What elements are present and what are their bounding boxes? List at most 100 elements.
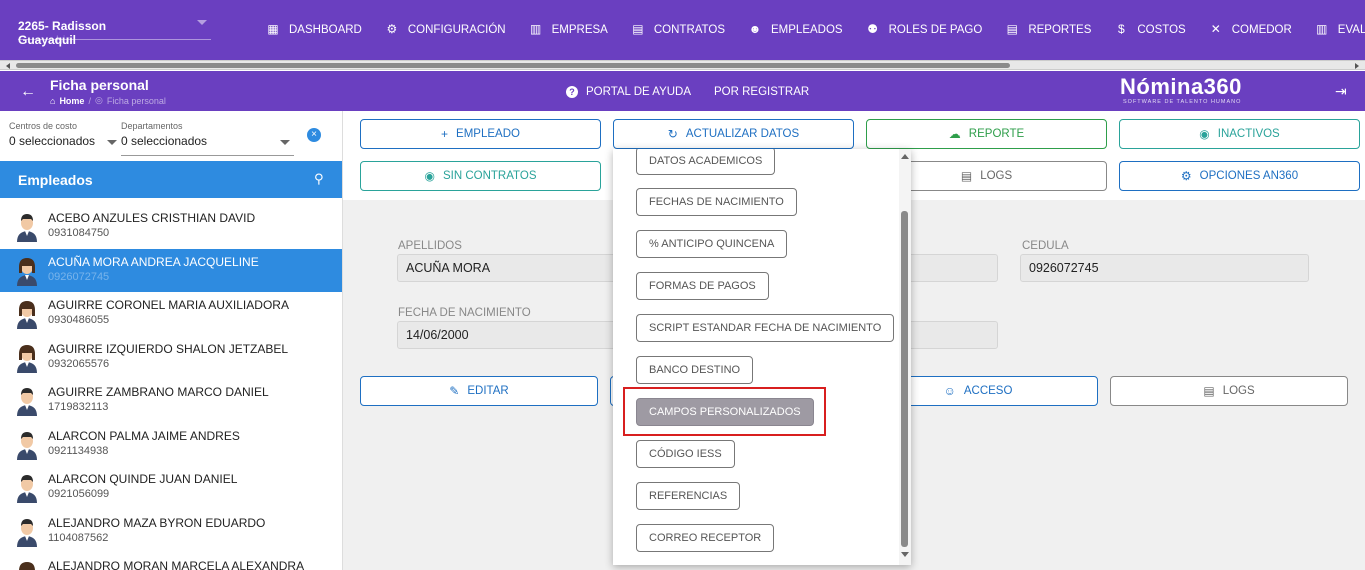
report-icon: ▤: [1006, 22, 1018, 36]
nav-comedor[interactable]: ✕ COMEDOR: [1209, 23, 1292, 36]
employee-row[interactable]: ALARCON QUINDE JUAN DANIEL 0921056099: [0, 466, 342, 510]
employee-row[interactable]: AGUIRRE ZAMBRANO MARCO DANIEL 1719832113: [0, 379, 342, 423]
nav-configuracion[interactable]: ⚙ CONFIGURACIÓN: [385, 22, 505, 36]
breadcrumb-home[interactable]: Home: [59, 96, 84, 106]
nav-contratos[interactable]: ▤ CONTRATOS: [631, 23, 725, 36]
avatar: [16, 212, 38, 242]
nav-dashboard[interactable]: ▦ DASHBOARD: [266, 23, 362, 36]
employee-name: ALARCON QUINDE JUAN DANIEL: [48, 472, 238, 486]
employee-id: 1104087562: [48, 531, 109, 544]
scroll-left-icon[interactable]: [6, 63, 10, 69]
menu-item-anticipo-quincena[interactable]: % ANTICIPO QUINCENA: [636, 230, 788, 258]
employee-row[interactable]: ACEBO ANZULES CRISTHIAN DAVID 0931084750: [0, 205, 342, 249]
employee-row[interactable]: ALEJANDRO MAZA BYRON EDUARDO 1104087562: [0, 510, 342, 554]
filter-underline: [121, 155, 294, 156]
scroll-down-icon[interactable]: [901, 552, 909, 557]
refresh-icon: ↻: [667, 127, 678, 141]
contract-icon: ▤: [632, 22, 644, 36]
breadcrumb-current: Ficha personal: [106, 95, 166, 106]
menu-item-datos-academicos[interactable]: DATOS ACADEMICOS: [636, 149, 776, 175]
surnames-field[interactable]: ACUÑA MORA: [397, 254, 627, 282]
group-icon: ⚉: [867, 22, 878, 36]
dropdown-scrollbar[interactable]: [899, 149, 911, 565]
utensils-icon: ✕: [1210, 22, 1221, 36]
menu-item-script-fecha-nacimiento[interactable]: SCRIPT ESTANDAR FECHA DE NACIMIENTO: [636, 314, 895, 342]
birthdate-label: FECHA DE NACIMIENTO: [398, 307, 531, 319]
help-portal-link[interactable]: ? PORTAL DE AYUDA: [566, 86, 691, 98]
update-data-dropdown: DATOS ACADEMICOS FECHAS DE NACIMIENTO % …: [613, 149, 911, 565]
menu-item-fechas-nacimiento[interactable]: FECHAS DE NACIMIENTO: [636, 188, 797, 216]
employee-name: ALEJANDRO MAZA BYRON EDUARDO: [48, 515, 266, 530]
nav-empleados[interactable]: ☻ EMPLEADOS: [748, 23, 843, 36]
id-label: CEDULA: [1022, 240, 1069, 252]
employee-row[interactable]: ACUÑA MORA ANDREA JACQUELINE 0926072745: [0, 248, 342, 292]
dropdown-scrollbar-thumb[interactable]: [901, 211, 908, 547]
menu-item-banco-destino[interactable]: BANCO DESTINO: [636, 356, 754, 384]
list-icon: ▤: [960, 169, 973, 183]
pending-registration-link[interactable]: POR REGISTRAR: [714, 86, 809, 98]
employee-name: ACUÑA MORA ANDREA JACQUELINE: [48, 254, 259, 269]
extra-field[interactable]: [900, 321, 998, 349]
nav-roles-de-pago[interactable]: ⚉ ROLES DE PAGO: [866, 22, 982, 36]
form-logs-button[interactable]: ▤ LOGS: [1110, 376, 1348, 406]
employee-name: ACEBO ANZULES CRISTHIAN DAVID: [48, 211, 256, 225]
edit-button[interactable]: ✎ EDITAR: [360, 376, 598, 406]
avatar: [16, 386, 38, 416]
names-field[interactable]: [900, 254, 998, 282]
employee-name: AGUIRRE CORONEL MARIA AUXILIADORA: [48, 298, 289, 312]
brand-logo: Nómina360: [1120, 74, 1242, 99]
menu-item-correo-receptor[interactable]: CORREO RECEPTOR: [636, 524, 775, 552]
chevron-down-icon[interactable]: [280, 140, 290, 145]
chevron-down-icon: [197, 20, 207, 25]
back-arrow-icon[interactable]: ←: [20, 83, 36, 101]
company-name: 2265- Radisson Guayaquilhin: [18, 19, 107, 47]
company-selector[interactable]: 2265- Radisson Guayaquilhin: [18, 10, 211, 47]
employee-name: AGUIRRE IZQUIERDO SHALON JETZABEL: [48, 341, 289, 356]
employee-row[interactable]: ALARCON PALMA JAIME ANDRES 0921134938: [0, 423, 342, 467]
surnames-label: APELLIDOS: [398, 240, 462, 252]
gear-icon: ⚙: [386, 22, 398, 36]
face-icon: ☻: [748, 22, 762, 36]
employees-header: Empleados ⚲: [0, 161, 342, 198]
birthdate-field[interactable]: 14/06/2000: [397, 321, 627, 349]
id-field[interactable]: 0926072745: [1020, 254, 1309, 282]
no-contracts-button[interactable]: ◉ SIN CONTRATOS: [360, 161, 601, 191]
add-employee-button[interactable]: + EMPLEADO: [360, 119, 601, 149]
eye-icon: ◉: [424, 169, 435, 183]
report-button[interactable]: ☁ REPORTE: [866, 119, 1107, 149]
scroll-right-icon[interactable]: [1355, 63, 1359, 69]
department-filter[interactable]: Departamentos 0 seleccionados: [121, 121, 207, 148]
nav-reportes[interactable]: ▤ REPORTES: [1005, 22, 1092, 36]
cost-center-filter[interactable]: Centros de costo 0 seleccionados: [9, 121, 95, 148]
scroll-up-icon[interactable]: [901, 154, 909, 159]
horizontal-scrollbar[interactable]: [0, 60, 1365, 70]
nav-costos[interactable]: $ COSTOS: [1114, 23, 1186, 36]
nav-empresa[interactable]: ▥ EMPRESA: [529, 23, 608, 36]
globe-icon: ◎: [94, 95, 103, 105]
update-data-button[interactable]: ↻ ACTUALIZAR DATOS: [613, 119, 854, 149]
gear-icon: ⚙: [1180, 169, 1192, 183]
breadcrumb: ⌂ Home / ◎ Ficha personal: [50, 95, 166, 106]
search-icon[interactable]: ⚲: [314, 171, 324, 187]
highlight-box: [623, 387, 826, 436]
employee-row[interactable]: AGUIRRE IZQUIERDO SHALON JETZABEL 0932065…: [0, 336, 342, 380]
help-icon: ?: [566, 86, 578, 98]
menu-item-codigo-iess[interactable]: CÓDIGO IESS: [636, 440, 735, 468]
menu-item-referencias[interactable]: REFERENCIAS: [636, 482, 741, 510]
employee-id: 0932065576: [48, 357, 110, 370]
logout-icon[interactable]: ⇥: [1335, 83, 1347, 100]
list-icon: ▤: [1203, 384, 1215, 398]
scrollbar-thumb[interactable]: [16, 63, 1010, 68]
employee-row[interactable]: ALEJANDRO MORAN MARCELA ALEXANDRA: [0, 553, 342, 570]
employee-row[interactable]: AGUIRRE CORONEL MARIA AUXILIADORA 0930486…: [0, 292, 342, 336]
chevron-down-icon[interactable]: [107, 140, 117, 145]
inactive-button[interactable]: ◉ INACTIVOS: [1119, 119, 1360, 149]
dashboard-icon: ▦: [267, 22, 279, 36]
main-nav: ▦ DASHBOARD ⚙ CONFIGURACIÓN ▥ EMPRESA ▤ CONT…: [266, 23, 1365, 36]
clear-filter-icon[interactable]: ×: [307, 128, 321, 142]
menu-item-formas-pagos[interactable]: FORMAS DE PAGOS: [636, 272, 769, 300]
options-an360-button[interactable]: ⚙ OPCIONES AN360: [1119, 161, 1360, 191]
building-icon: ▥: [529, 22, 542, 36]
nav-evaluacion[interactable]: ▥EVALUACIO: [1315, 23, 1365, 36]
employee-id: 0931084750: [48, 227, 110, 239]
